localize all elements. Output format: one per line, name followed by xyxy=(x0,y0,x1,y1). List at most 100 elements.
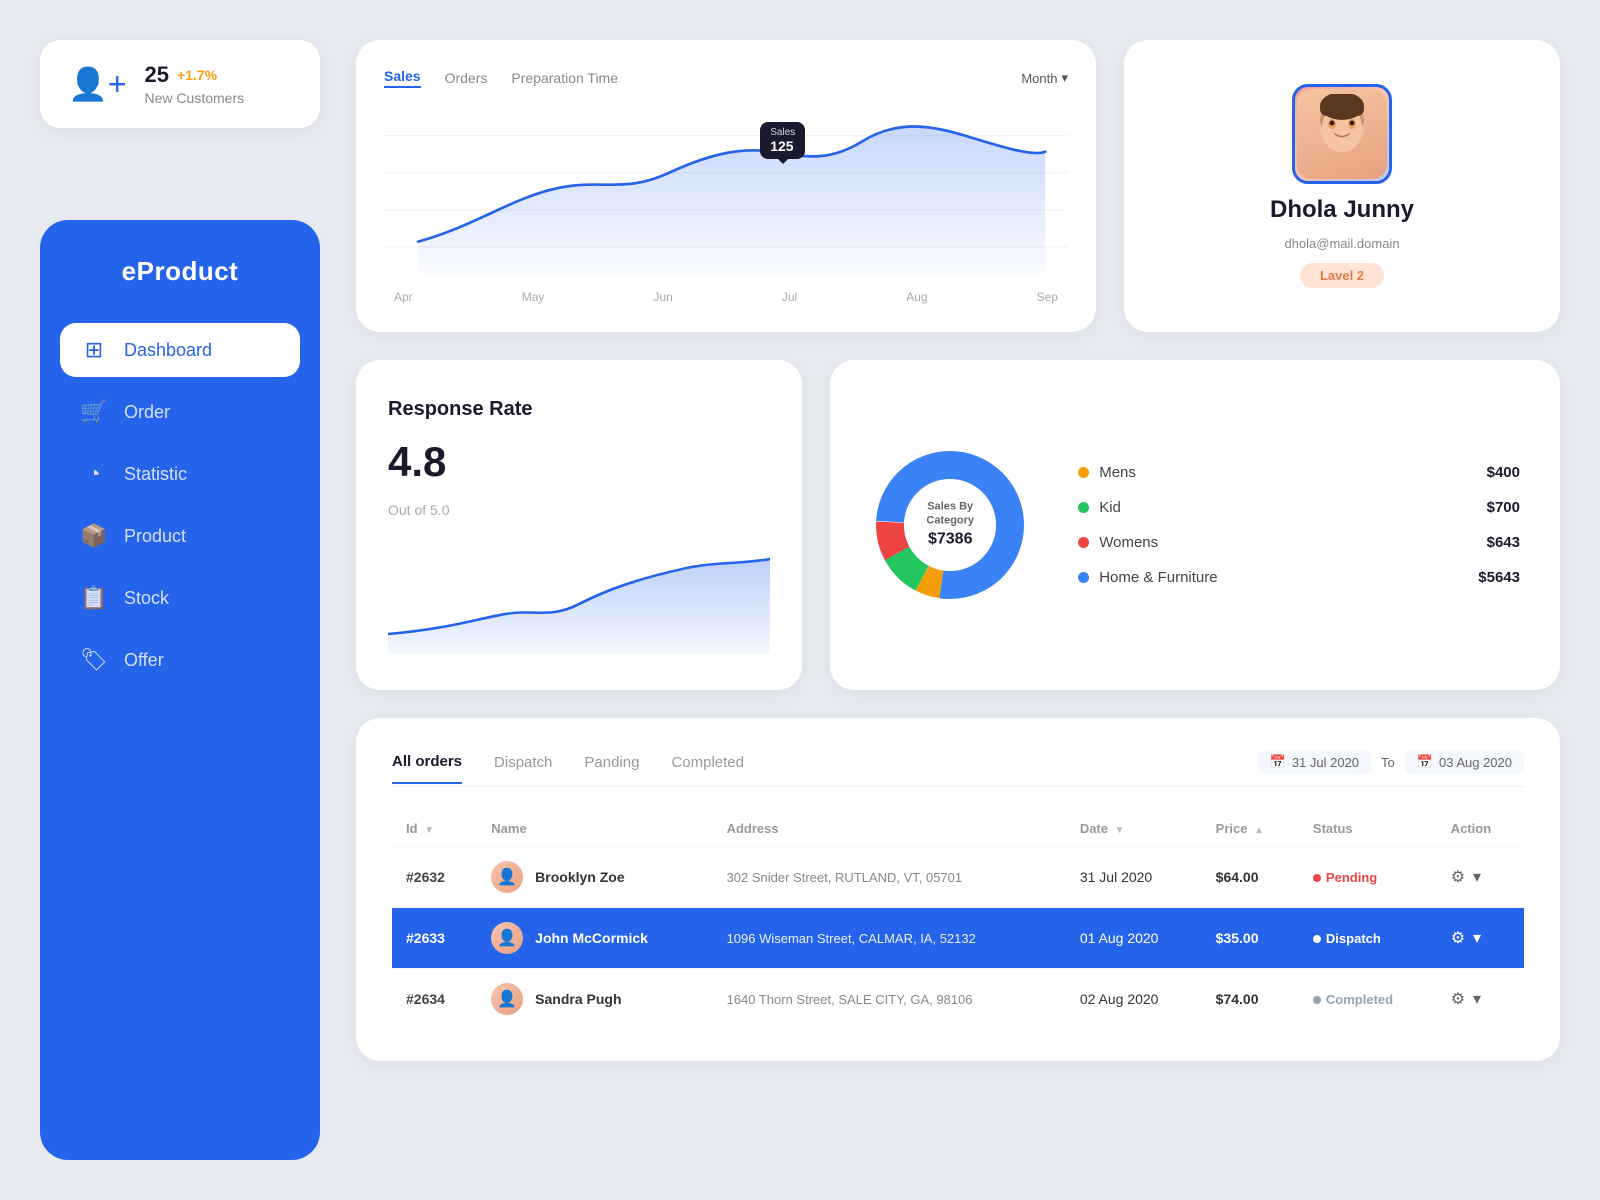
row-price: $64.00 xyxy=(1202,847,1299,908)
kid-dot xyxy=(1078,502,1089,513)
profile-avatar xyxy=(1292,84,1392,184)
brand-title: eProduct xyxy=(60,256,300,287)
row-price: $35.00 xyxy=(1202,908,1299,969)
row-id: #2633 xyxy=(392,908,477,969)
sidebar-item-label-dashboard: Dashboard xyxy=(124,340,212,361)
row-date: 01 Aug 2020 xyxy=(1066,908,1202,969)
row-id: #2634 xyxy=(392,969,477,1030)
customers-change: +1.7% xyxy=(177,67,217,83)
row-date: 02 Aug 2020 xyxy=(1066,969,1202,1030)
tooltip-value: 125 xyxy=(770,138,795,154)
col-action-label: Action xyxy=(1451,821,1491,836)
home-value: $5643 xyxy=(1478,569,1520,586)
col-price-label: Price xyxy=(1216,821,1248,836)
sidebar: 👤+ 25 +1.7% New Customers eProduct ⊞ Das… xyxy=(40,40,320,1160)
tab-panding[interactable]: Panding xyxy=(584,754,639,783)
settings-button[interactable]: ⚙ xyxy=(1451,867,1465,887)
kid-value: $700 xyxy=(1487,499,1520,516)
sidebar-item-statistic[interactable]: ◔ Statistic xyxy=(60,447,300,501)
row-action: ⚙ ▾ xyxy=(1437,908,1524,969)
chart-card: Sales Orders Preparation Time Month ▾ xyxy=(356,40,1096,332)
legend-mens: Mens $400 xyxy=(1078,464,1520,481)
chart-tooltip: Sales 125 xyxy=(760,122,805,159)
legend-womens: Womens $643 xyxy=(1078,534,1520,551)
mens-value: $400 xyxy=(1487,464,1520,481)
row-status: Dispatch xyxy=(1299,908,1437,969)
customers-content: 25 +1.7% New Customers xyxy=(145,62,245,106)
x-label-jun: Jun xyxy=(653,290,672,304)
calendar-to-icon: 📅 xyxy=(1417,754,1433,770)
sidebar-item-stock[interactable]: 📋 Stock xyxy=(60,571,300,625)
customers-icon: 👤+ xyxy=(68,65,127,103)
settings-button[interactable]: ⚙ xyxy=(1451,989,1465,1009)
date-to: 03 Aug 2020 xyxy=(1439,755,1512,770)
tab-all-orders[interactable]: All orders xyxy=(392,753,462,784)
sidebar-item-offer[interactable]: 🏷 Offer xyxy=(60,633,300,687)
orders-table: Id ▼ Name Address Date ▼ Price xyxy=(392,811,1524,1029)
table-row: #2634 👤 Sandra Pugh 1640 Thorn Street, S… xyxy=(392,969,1524,1030)
row-name: 👤 Brooklyn Zoe xyxy=(477,847,712,908)
row-address: 302 Snider Street, RUTLAND, VT, 05701 xyxy=(713,847,1066,908)
chart-tab-sales[interactable]: Sales xyxy=(384,68,421,88)
col-id-label: Id xyxy=(406,821,418,836)
row-address: 1640 Thorn Street, SALE CITY, GA, 98106 xyxy=(713,969,1066,1030)
response-rate-card: Response Rate 4.8 Out of 5.0 xyxy=(356,360,802,690)
profile-card: Dhola Junny dhola@mail.domain Lavel 2 xyxy=(1124,40,1560,332)
chart-filter-label: Month xyxy=(1021,71,1057,86)
x-label-aug: Aug xyxy=(906,290,927,304)
table-row: #2632 👤 Brooklyn Zoe 302 Snider Street, … xyxy=(392,847,1524,908)
dashboard-icon: ⊞ xyxy=(80,337,108,363)
col-action[interactable]: Action xyxy=(1437,811,1524,847)
row-name: 👤 John McCormick xyxy=(477,908,712,969)
col-status[interactable]: Status xyxy=(1299,811,1437,847)
date-to-badge: 📅 03 Aug 2020 xyxy=(1405,750,1524,774)
sidebar-item-label-product: Product xyxy=(124,526,186,547)
tab-completed[interactable]: Completed xyxy=(671,754,744,783)
row-status: Pending xyxy=(1299,847,1437,908)
mid-row: Response Rate 4.8 Out of 5.0 xyxy=(356,360,1560,690)
kid-label: Kid xyxy=(1099,499,1121,516)
profile-name: Dhola Junny xyxy=(1270,196,1414,224)
col-status-label: Status xyxy=(1313,821,1353,836)
col-date[interactable]: Date ▼ xyxy=(1066,811,1202,847)
new-customers-card: 👤+ 25 +1.7% New Customers xyxy=(40,40,320,128)
sidebar-item-label-statistic: Statistic xyxy=(124,464,187,485)
tab-dispatch[interactable]: Dispatch xyxy=(494,754,552,783)
sidebar-item-dashboard[interactable]: ⊞ Dashboard xyxy=(60,323,300,377)
chart-filter[interactable]: Month ▾ xyxy=(1021,70,1068,86)
sales-by-category-card: Sales By Category $7386 Mens $400 Kid xyxy=(830,360,1560,690)
chart-tabs: Sales Orders Preparation Time Month ▾ xyxy=(384,68,1068,88)
expand-button[interactable]: ▾ xyxy=(1473,867,1481,887)
col-address[interactable]: Address xyxy=(713,811,1066,847)
x-label-may: May xyxy=(522,290,545,304)
col-price[interactable]: Price ▲ xyxy=(1202,811,1299,847)
order-icon: 🛒 xyxy=(80,399,108,425)
expand-button[interactable]: ▾ xyxy=(1473,989,1481,1009)
col-name[interactable]: Name xyxy=(477,811,712,847)
response-sub: Out of 5.0 xyxy=(388,502,770,518)
expand-button[interactable]: ▾ xyxy=(1473,928,1481,948)
sidebar-item-label-stock: Stock xyxy=(124,588,169,609)
row-action: ⚙ ▾ xyxy=(1437,847,1524,908)
sidebar-item-label-offer: Offer xyxy=(124,650,164,671)
avatar-face xyxy=(1297,89,1387,179)
chevron-down-icon: ▾ xyxy=(1061,70,1068,86)
row-price: $74.00 xyxy=(1202,969,1299,1030)
avatar: 👤 xyxy=(491,922,523,954)
row-id: #2632 xyxy=(392,847,477,908)
chart-tab-prep[interactable]: Preparation Time xyxy=(511,70,618,86)
row-name: 👤 Sandra Pugh xyxy=(477,969,712,1030)
sidebar-item-product[interactable]: 📦 Product xyxy=(60,509,300,563)
womens-dot xyxy=(1078,537,1089,548)
sidebar-item-order[interactable]: 🛒 Order xyxy=(60,385,300,439)
response-chart xyxy=(388,534,770,654)
x-label-sep: Sep xyxy=(1037,290,1058,304)
chart-x-labels: Apr May Jun Jul Aug Sep xyxy=(384,284,1068,304)
chart-tab-orders[interactable]: Orders xyxy=(445,70,488,86)
customers-label: New Customers xyxy=(145,90,245,106)
sort-icon-price: ▲ xyxy=(1254,825,1264,836)
donut-total: $7386 xyxy=(910,528,990,550)
tooltip-label: Sales xyxy=(770,127,795,138)
col-id[interactable]: Id ▼ xyxy=(392,811,477,847)
settings-button[interactable]: ⚙ xyxy=(1451,928,1465,948)
